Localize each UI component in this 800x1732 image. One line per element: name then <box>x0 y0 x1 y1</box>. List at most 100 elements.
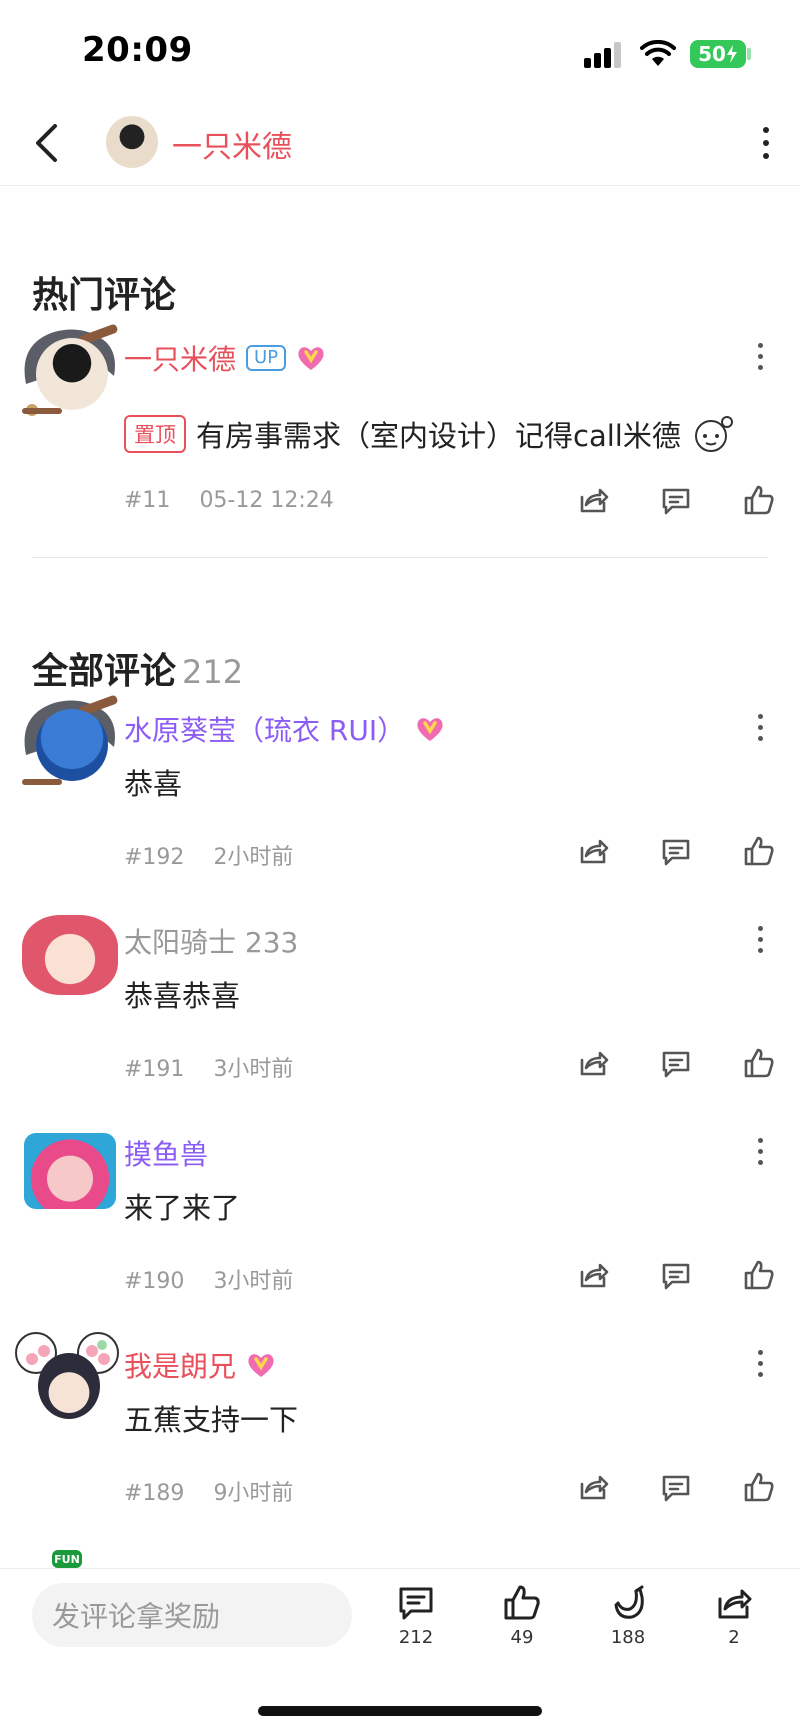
avatar[interactable] <box>14 695 120 795</box>
share-icon[interactable] <box>576 1258 610 1292</box>
comment-body: 恭喜 <box>124 761 182 803</box>
avatar-face <box>24 1133 116 1209</box>
avatar[interactable] <box>14 1331 120 1431</box>
comment-text: 恭喜恭喜 <box>124 979 241 1013</box>
comment-author[interactable]: 太阳骑士 233 <box>124 921 298 961</box>
comment-text: 来了来了 <box>124 1191 241 1225</box>
comment-input[interactable]: 发评论拿奖励 <box>32 1583 352 1647</box>
reply-icon[interactable] <box>659 1470 693 1504</box>
comment-author[interactable]: 一只米德 <box>124 338 236 378</box>
share-icon[interactable] <box>576 483 610 517</box>
comment-more-button[interactable] <box>752 1345 768 1381</box>
reply-icon[interactable] <box>659 1046 693 1080</box>
comment-header: 水原葵莹（琉衣 RUI） <box>124 711 445 747</box>
banana-button[interactable]: 188 <box>588 1583 668 1648</box>
pinned-badge: 置顶 <box>124 415 186 453</box>
back-button[interactable] <box>26 118 66 168</box>
comment-text: 有房事需求（室内设计）记得call米德 <box>196 419 681 453</box>
more-options-button[interactable] <box>748 120 784 166</box>
share-icon[interactable] <box>576 1470 610 1504</box>
reply-icon[interactable] <box>659 483 693 517</box>
shares-count: 2 <box>728 1627 740 1648</box>
more-icon <box>757 342 763 348</box>
comment-text: 五蕉支持一下 <box>124 1403 299 1437</box>
more-icon <box>757 925 763 931</box>
like-button[interactable]: 49 <box>482 1583 562 1648</box>
header-username[interactable]: 一只米德 <box>172 122 292 166</box>
share-icon[interactable] <box>576 834 610 868</box>
more-icon-dot <box>757 353 763 359</box>
comment-floor: #192 <box>124 845 185 870</box>
header-avatar[interactable] <box>106 116 158 168</box>
banana-icon <box>614 1585 644 1619</box>
vip-icon <box>248 1354 274 1377</box>
more-icon <box>757 713 763 719</box>
comment-meta: #11 05-12 12:24 <box>124 488 334 513</box>
like-icon[interactable] <box>742 834 776 868</box>
comment-more-button[interactable] <box>752 921 768 957</box>
all-comments-title: 全部评论 212 <box>32 642 243 694</box>
reply-icon[interactable] <box>659 834 693 868</box>
comment-author[interactable]: 摸鱼兽 <box>124 1133 208 1173</box>
comment-header: 太阳骑士 233 <box>124 923 298 959</box>
wifi-icon <box>640 40 676 66</box>
comments-button[interactable]: 212 <box>376 1583 456 1648</box>
comment-more-button[interactable] <box>752 338 768 374</box>
comment-time: 9小时前 <box>213 1481 294 1506</box>
comment-time: 3小时前 <box>213 1269 294 1294</box>
reply-icon[interactable] <box>659 1258 693 1292</box>
vip-icon <box>298 347 324 370</box>
all-comments-count: 212 <box>182 653 244 691</box>
comment-body: 来了来了 <box>124 1185 240 1227</box>
like-icon[interactable] <box>742 483 776 517</box>
comment-time: 2小时前 <box>213 845 294 870</box>
avatar-face <box>36 338 108 410</box>
share-icon <box>718 1589 752 1619</box>
share-icon[interactable] <box>576 1046 610 1080</box>
like-icon[interactable] <box>742 1258 776 1292</box>
avatar[interactable] <box>14 907 120 1007</box>
like-icon[interactable] <box>742 1470 776 1504</box>
comment-actions <box>576 831 776 871</box>
more-icon <box>757 1137 763 1143</box>
sticker-icon <box>694 416 733 452</box>
comment-author[interactable]: 水原葵莹（琉衣 RUI） <box>124 709 405 749</box>
comment-item: 我是朗兄 五蕉支持一下 #189 9小时前 <box>0 1331 800 1521</box>
comment-more-button[interactable] <box>752 709 768 745</box>
page-header: 一只米德 <box>0 100 800 186</box>
more-icon-dot <box>763 153 769 159</box>
section-divider <box>32 557 768 558</box>
comment-item: 摸鱼兽 来了来了 #190 3小时前 <box>0 1119 800 1309</box>
charging-icon <box>726 45 737 63</box>
comment-floor: #11 <box>124 488 171 513</box>
comment-author[interactable]: 我是朗兄 <box>124 1345 236 1385</box>
like-icon[interactable] <box>742 1046 776 1080</box>
like-icon <box>504 1585 540 1620</box>
more-icon-dot <box>757 1148 763 1154</box>
more-icon <box>763 127 769 133</box>
comment-body: 五蕉支持一下 <box>124 1397 298 1439</box>
comment-more-button[interactable] <box>752 1133 768 1169</box>
comment-time: 05-12 12:24 <box>199 488 334 513</box>
avatar[interactable] <box>14 1119 120 1219</box>
bananas-count: 188 <box>610 1627 646 1648</box>
comment-actions <box>576 1255 776 1295</box>
comment-body: 置顶 有房事需求（室内设计）记得call米德 <box>124 412 735 456</box>
more-icon-dot <box>757 1371 763 1377</box>
more-icon-dot <box>757 936 763 942</box>
fun-tag: FUN <box>52 1550 82 1568</box>
avatar[interactable] <box>14 324 120 424</box>
comment-actions <box>576 1467 776 1507</box>
up-badge: UP <box>246 345 287 371</box>
back-icon <box>36 124 57 162</box>
more-icon-dot <box>757 364 763 370</box>
comment-floor: #190 <box>124 1269 185 1294</box>
more-icon-dot <box>757 1159 763 1165</box>
comment-icon <box>399 1587 433 1620</box>
comment-header: 我是朗兄 <box>124 1347 276 1383</box>
share-button[interactable]: 2 <box>694 1583 774 1648</box>
hot-comments-title: 热门评论 <box>32 275 177 316</box>
avatar-face <box>36 709 108 781</box>
avatar-face <box>22 915 118 995</box>
vip-icon <box>417 718 443 741</box>
